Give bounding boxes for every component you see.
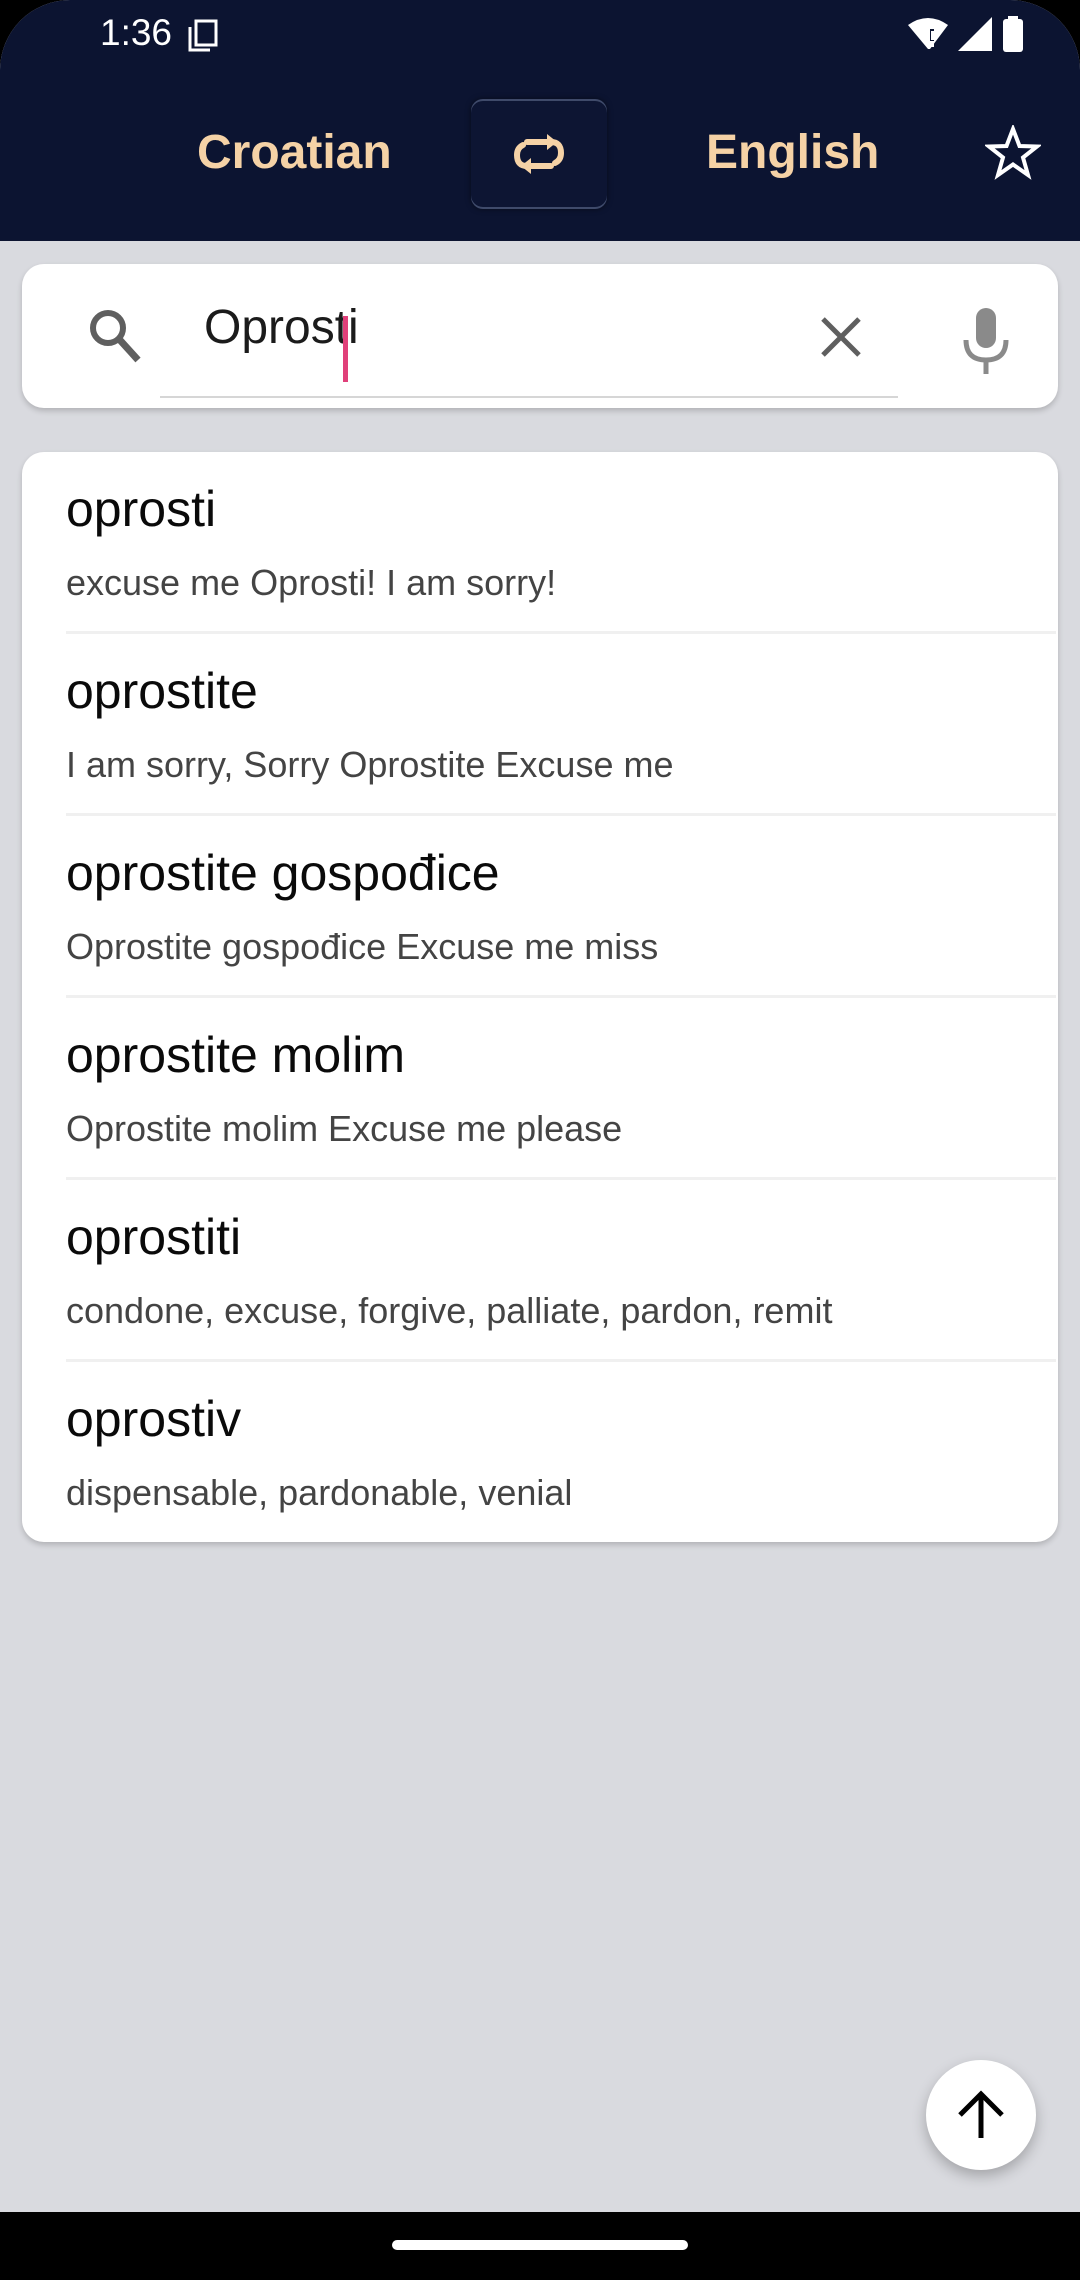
arrow-up-icon — [958, 2090, 1004, 2138]
target-language-selector[interactable]: English — [706, 125, 879, 180]
status-bar: 1:36 — [0, 0, 1080, 70]
result-translation: dispensable, pardonable, venial — [66, 1472, 573, 1513]
search-bar — [22, 264, 1058, 408]
result-translation: I am sorry, Sorry Oprostite Excuse me — [66, 744, 674, 785]
text-cursor — [343, 316, 348, 382]
source-language-selector[interactable]: Croatian — [197, 125, 392, 180]
scroll-to-top-button[interactable] — [926, 2060, 1036, 2170]
microphone-icon[interactable] — [962, 308, 1010, 376]
notification-note-icon — [188, 19, 218, 52]
list-item[interactable]: oprostite molim Oprostite molim Excuse m… — [66, 998, 1056, 1180]
result-word: oprostite — [66, 663, 258, 719]
wifi-alert-icon — [908, 18, 948, 49]
app-header: 1:36 Croatian English — [0, 0, 1080, 241]
result-word: oprostite gospođice — [66, 845, 500, 901]
list-item[interactable]: oprosti excuse me Oprosti! I am sorry! — [66, 452, 1056, 634]
results-list: oprosti excuse me Oprosti! I am sorry! o… — [22, 452, 1058, 1542]
app-screen: 1:36 Croatian English Oprosti oprosti ex… — [0, 0, 1080, 2212]
result-translation: Oprostite gospođice Excuse me miss — [66, 926, 659, 967]
list-item[interactable]: oprostite gospođice Oprostite gospođice … — [66, 816, 1056, 998]
cellular-signal-icon — [958, 17, 992, 51]
search-underline — [160, 396, 898, 398]
result-translation: Oprostite molim Excuse me please — [66, 1108, 623, 1149]
swap-languages-icon — [513, 134, 565, 174]
list-item[interactable]: oprostite I am sorry, Sorry Oprostite Ex… — [66, 634, 1056, 816]
gesture-nav-handle[interactable] — [392, 2240, 688, 2250]
star-outline-icon[interactable] — [985, 125, 1041, 181]
status-icons — [908, 16, 1024, 52]
close-icon[interactable] — [818, 314, 864, 360]
battery-icon — [1003, 16, 1023, 52]
result-word: oprostiv — [66, 1391, 242, 1447]
status-time: 1:36 — [100, 12, 173, 53]
result-word: oprostite molim — [66, 1027, 405, 1083]
list-item[interactable]: oprostiti condone, excuse, forgive, pall… — [66, 1180, 1056, 1362]
swap-languages-button[interactable] — [471, 99, 607, 209]
search-icon — [90, 310, 141, 363]
result-word: oprosti — [66, 481, 217, 537]
result-translation: condone, excuse, forgive, palliate, pard… — [66, 1290, 833, 1331]
result-word: oprostiti — [66, 1209, 242, 1265]
result-translation: excuse me Oprosti! I am sorry! — [66, 562, 557, 603]
list-item[interactable]: oprostiv dispensable, pardonable, venial — [66, 1362, 1056, 1542]
